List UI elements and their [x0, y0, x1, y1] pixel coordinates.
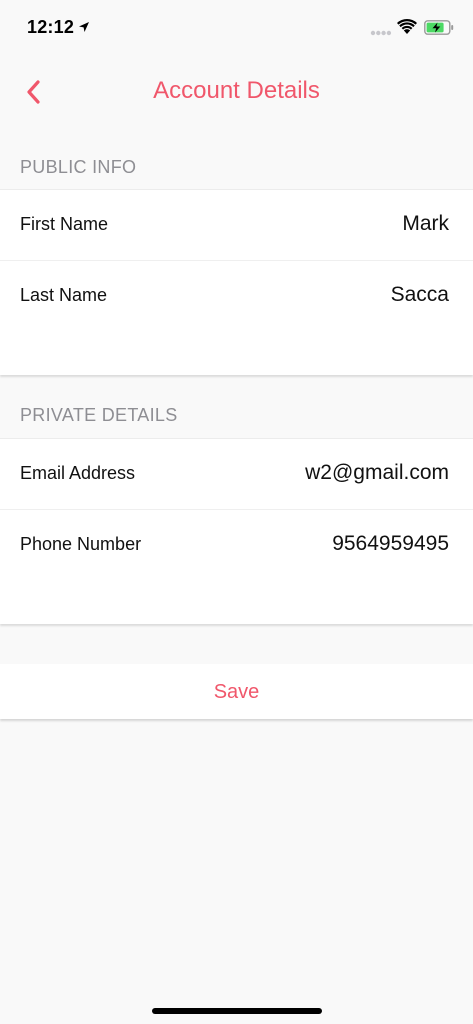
save-button-label: Save — [213, 681, 260, 703]
email-row: Email Address — [0, 439, 473, 509]
page-title: Account Details — [153, 77, 320, 104]
public-info-card: First Name Last Name — [0, 189, 473, 375]
home-indicator[interactable] — [152, 1008, 322, 1014]
first-name-label: First Name — [20, 214, 109, 234]
phone-field[interactable] — [199, 532, 449, 556]
cellular-signal-icon — [370, 30, 392, 36]
location-arrow-icon — [79, 22, 89, 32]
battery-charging-icon — [424, 20, 454, 35]
status-bar: 12:12 — [0, 0, 473, 56]
save-button[interactable]: Save — [0, 664, 473, 719]
first-name-row: First Name — [0, 190, 473, 260]
last-name-field[interactable] — [199, 283, 449, 307]
email-label: Email Address — [20, 463, 136, 483]
phone-label: Phone Number — [20, 534, 142, 554]
wifi-icon — [397, 19, 417, 34]
private-details-card: Email Address Phone Number — [0, 438, 473, 624]
section-header-public-info: PUBLIC INFO — [20, 157, 137, 177]
last-name-label: Last Name — [20, 285, 108, 305]
phone-row: Phone Number — [0, 510, 473, 580]
email-field[interactable] — [199, 461, 449, 485]
last-name-row: Last Name — [0, 261, 473, 331]
first-name-field[interactable] — [199, 212, 449, 236]
navigation-bar: Account Details — [0, 56, 473, 128]
status-time: 12:12 — [27, 17, 75, 37]
section-header-private-details: PRIVATE DETAILS — [20, 405, 178, 425]
